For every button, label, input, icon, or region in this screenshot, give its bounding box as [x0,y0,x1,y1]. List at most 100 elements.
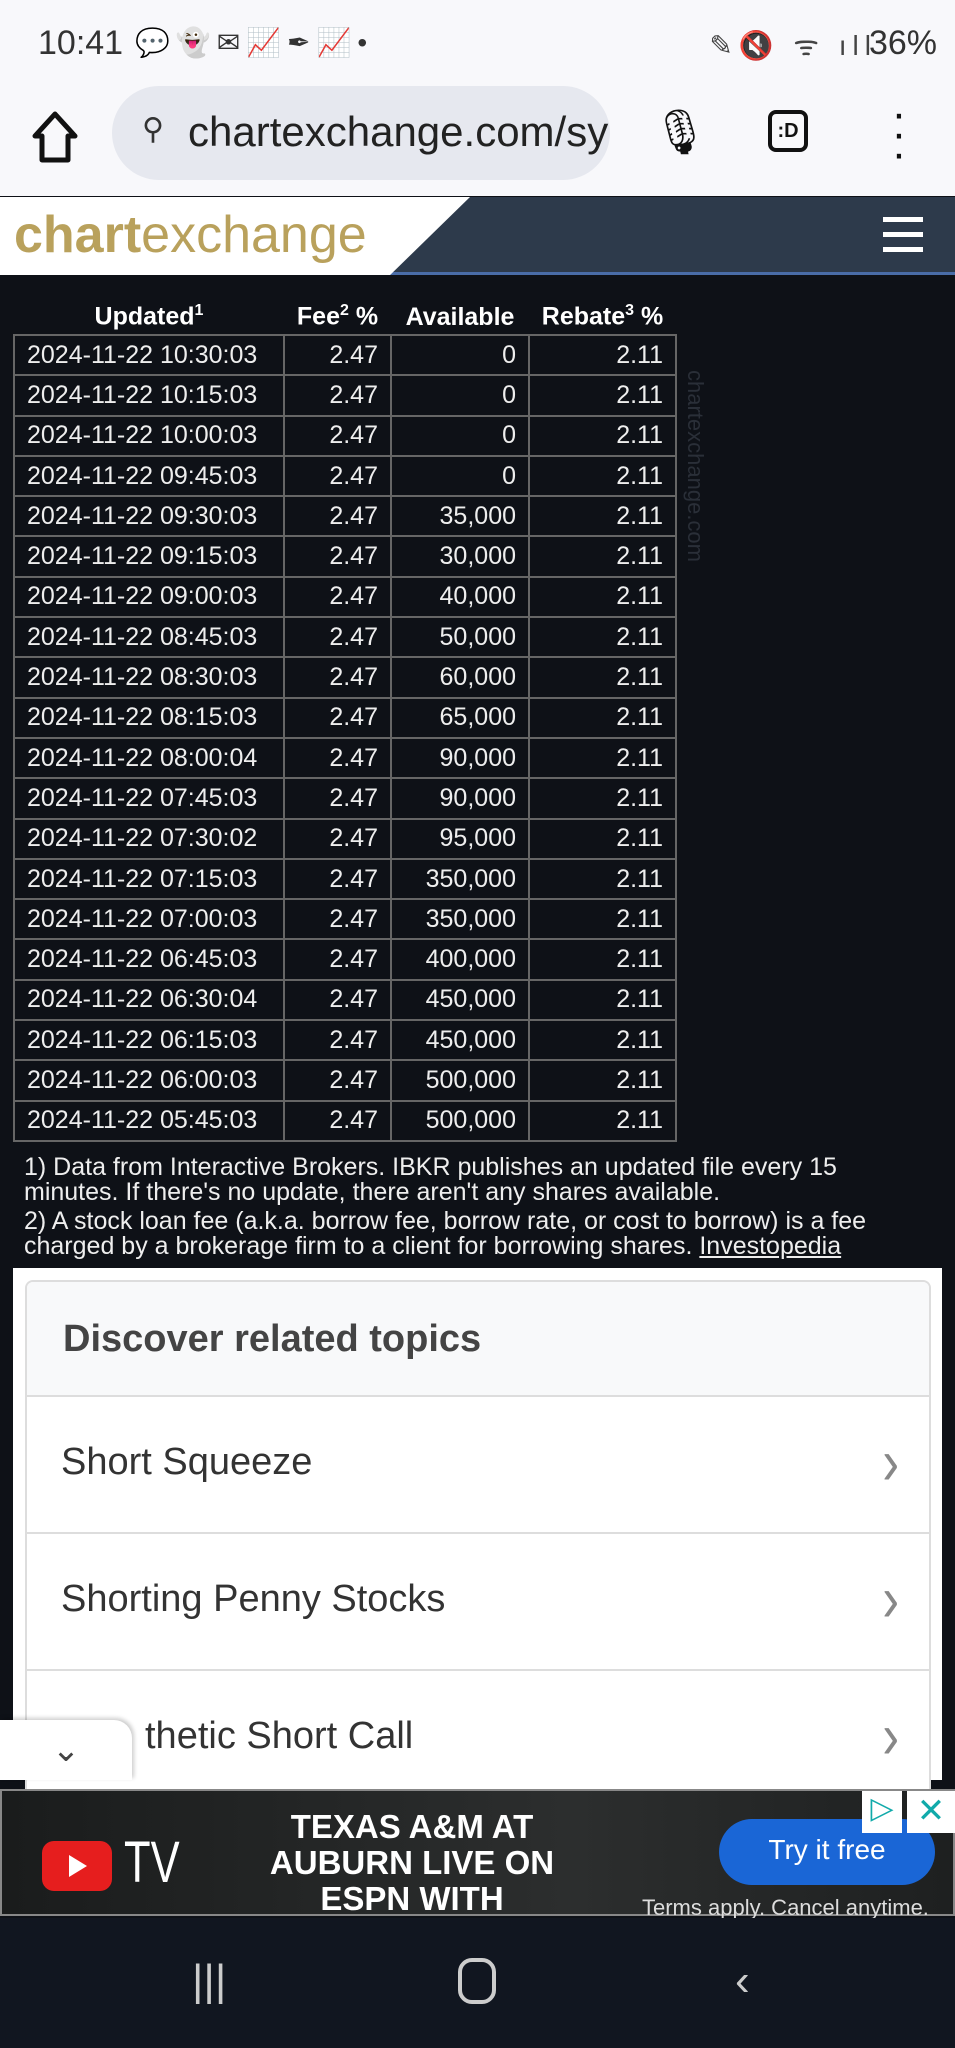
site-logo[interactable]: chartexchange [14,205,367,265]
site-settings-icon[interactable]: ⚲ [142,112,164,147]
table-row: 2024-11-22 08:30:03 2.47 60,000 2.11 [13,656,677,699]
chevron-right-icon: › [882,1562,899,1636]
table-cell: 2.11 [528,898,677,941]
table-cell: 2024-11-22 09:00:03 [13,575,285,619]
table-cell: 2.11 [528,817,677,860]
table-cell: 2.11 [528,1059,677,1102]
related-topics-section: Discover related topics Short Squeeze › S… [13,1268,942,1800]
table-cell: 2.11 [528,978,677,1022]
table-cell: 2.11 [528,938,677,981]
table-row: 2024-11-22 08:45:03 2.47 50,000 2.11 [13,616,677,659]
column-header: Rebate3 % [541,302,664,331]
table-cell: 2.47 [283,938,392,981]
address-bar[interactable]: ⚲ chartexchange.com/sy [112,86,610,180]
table-cell: 65,000 [390,696,530,739]
table-cell: 2.11 [528,495,677,538]
table-row: 2024-11-22 07:45:03 2.47 90,000 2.11 [13,777,677,820]
table-cell: 500,000 [390,1099,530,1142]
table-cell: 2024-11-22 08:15:03 [13,696,285,739]
ad-brand: TV [124,1830,180,1895]
microphone-icon[interactable]: 🎙 [652,106,708,158]
related-topic-item[interactable]: thetic Short Call › [27,1671,929,1798]
system-icons: ✎🔇 ᯤ ıll [709,30,877,61]
table-cell: 2.47 [283,1059,392,1102]
watermark: chartexchange.com [683,370,708,562]
table-cell: 2.47 [283,374,392,417]
table-cell: 0 [390,414,530,457]
chevron-right-icon: › [882,1699,899,1773]
home-icon[interactable] [30,108,80,164]
table-row: 2024-11-22 06:15:03 2.47 450,000 2.11 [13,1019,677,1062]
table-cell: 450,000 [390,978,530,1022]
recent-apps-icon[interactable]: ||| [192,1956,226,2006]
notification-icons: 💬👻✉📈✒📈• [135,27,374,58]
table-cell: 2.11 [528,454,677,498]
table-cell: 2.47 [283,1019,392,1062]
table-cell: 2.47 [283,333,392,377]
table-cell: 90,000 [390,736,530,780]
table-cell: 2024-11-22 07:15:03 [13,857,285,901]
table-cell: 2024-11-22 09:30:03 [13,495,285,538]
table-cell: 500,000 [390,1059,530,1102]
table-cell: 2024-11-22 07:45:03 [13,777,285,820]
table-row: 2024-11-22 10:30:03 2.47 0 2.11 [13,333,677,377]
hamburger-menu-icon[interactable] [883,217,923,262]
table-row: 2024-11-22 07:15:03 2.47 350,000 2.11 [13,857,677,901]
table-cell: 0 [390,454,530,498]
table-cell: 2024-11-22 08:45:03 [13,616,285,659]
youtube-logo-icon [42,1841,112,1891]
related-topic-item[interactable]: Short Squeeze › [27,1397,929,1534]
table-cell: 2024-11-22 09:15:03 [13,535,285,578]
table-cell: 2.11 [528,696,677,739]
close-ad-icon[interactable]: ✕ [907,1791,955,1833]
back-icon[interactable]: ‹ [735,1956,750,2006]
site-header: chartexchange [0,197,955,275]
table-row: 2024-11-22 07:30:02 2.47 95,000 2.11 [13,817,677,860]
table-cell: 35,000 [390,495,530,538]
table-row: 2024-11-22 07:00:03 2.47 350,000 2.11 [13,898,677,941]
table-row: 2024-11-22 08:15:03 2.47 65,000 2.11 [13,696,677,739]
more-menu-icon[interactable]: · · · [884,92,914,176]
table-cell: 2.47 [283,495,392,538]
table-cell: 2024-11-22 06:15:03 [13,1019,285,1062]
table-cell: 2.11 [528,777,677,820]
footnote-2: 2) A stock loan fee (a.k.a. borrow fee, … [24,1207,867,1260]
table-cell: 2.47 [283,616,392,659]
table-cell: 2.47 [283,817,392,860]
table-cell: 2.11 [528,575,677,619]
tab-switcher-button[interactable]: :D [768,110,808,152]
column-header: Available [405,302,515,331]
table-cell: 2024-11-22 06:00:03 [13,1059,285,1102]
table-cell: 2.47 [283,736,392,780]
table-row: 2024-11-22 09:30:03 2.47 35,000 2.11 [13,495,677,538]
table-cell: 0 [390,374,530,417]
table-cell: 2.11 [528,656,677,699]
table-cell: 2024-11-22 10:30:03 [13,333,285,377]
table-cell: 2024-11-22 07:00:03 [13,898,285,941]
ad-banner[interactable]: TV TEXAS A&M AT AUBURN LIVE ON ESPN WITH… [0,1789,955,1953]
column-header: Fee2 % [296,302,379,331]
home-button-icon[interactable] [458,1958,496,2004]
table-cell: 30,000 [390,535,530,578]
footnotes: 1) Data from Interactive Brokers. IBKR p… [24,1155,924,1263]
battery-level: 36% [868,24,937,62]
investopedia-link[interactable]: Investopedia [699,1232,841,1260]
table-cell: 2.11 [528,414,677,457]
android-nav-bar: ||| ‹ [0,1918,955,2048]
table-cell: 2.47 [283,777,392,820]
table-cell: 2024-11-22 08:30:03 [13,656,285,699]
related-topics-title: Discover related topics [27,1282,929,1397]
status-bar: 10:41 💬👻✉📈✒📈• ✎🔇 ᯤ ıll 36% [0,0,955,80]
collapse-ad-button[interactable]: ⌄ [0,1720,132,1780]
adchoices-icon[interactable]: ▷ [862,1791,902,1833]
url-text[interactable]: chartexchange.com/sy [188,108,608,156]
table-cell: 2.11 [528,1019,677,1062]
table-cell: 2024-11-22 10:15:03 [13,374,285,417]
table-cell: 2024-11-22 06:45:03 [13,938,285,981]
try-free-button[interactable]: Try it free [719,1819,935,1885]
table-cell: 60,000 [390,656,530,699]
table-cell: 450,000 [390,1019,530,1062]
table-cell: 95,000 [390,817,530,860]
footnote-1: 1) Data from Interactive Brokers. IBKR p… [24,1153,837,1206]
related-topic-item[interactable]: Shorting Penny Stocks › [27,1534,929,1671]
